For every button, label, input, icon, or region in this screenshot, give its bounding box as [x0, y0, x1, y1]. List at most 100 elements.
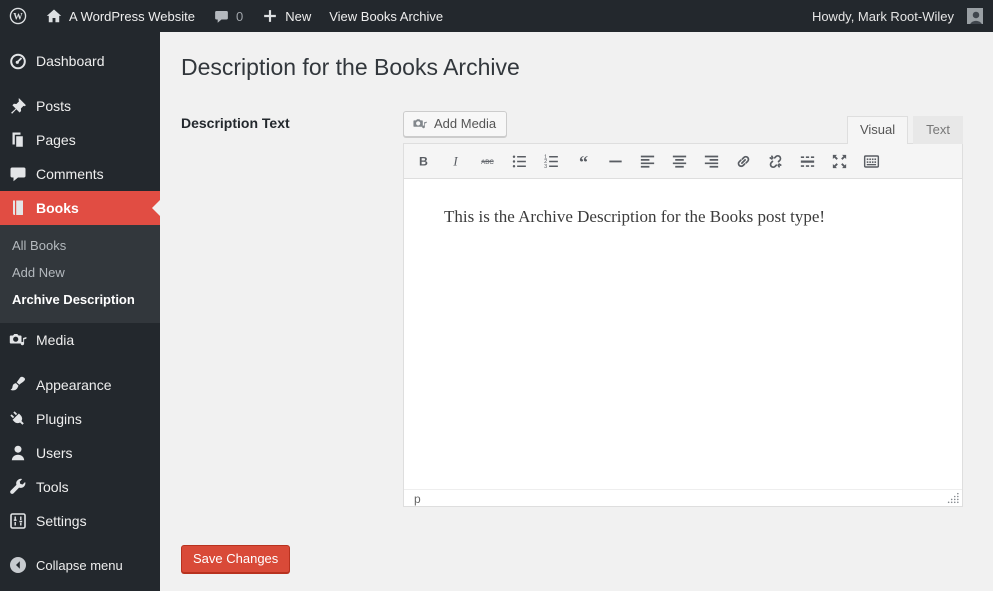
bold-button[interactable]: [410, 149, 436, 173]
media-icon: [412, 116, 428, 132]
bullet-list-button[interactable]: [506, 149, 532, 173]
settings-icon: [8, 511, 28, 531]
sidebar-item-comments[interactable]: Comments: [0, 157, 160, 191]
collapse-menu-label: Collapse menu: [36, 557, 123, 573]
sidebar-item-label: Media: [36, 332, 75, 348]
sidebar-item-label: Comments: [36, 166, 104, 182]
wordpress-admin-screen: A WordPress Website 0 New View Books Arc…: [0, 0, 993, 591]
align-left-icon: [638, 152, 657, 171]
numbered-list-button[interactable]: [538, 149, 564, 173]
element-path: p: [414, 492, 421, 506]
numbered-list-icon: [542, 152, 561, 171]
site-name: A WordPress Website: [69, 8, 195, 24]
wordpress-menu[interactable]: [0, 0, 36, 32]
add-media-label: Add Media: [434, 116, 497, 131]
book-icon: [8, 198, 28, 218]
save-changes-button[interactable]: Save Changes: [181, 545, 291, 573]
my-account-menu[interactable]: Howdy, Mark Root-Wiley: [803, 0, 983, 32]
link-button[interactable]: [730, 149, 756, 173]
submenu-item-add-new[interactable]: Add New: [0, 259, 160, 286]
align-center-icon: [670, 152, 689, 171]
sidebar-item-label: Posts: [36, 98, 72, 114]
italic-icon: [446, 152, 465, 171]
description-form-row: Description Text Add Media Visual Text T…: [181, 109, 983, 507]
page-title: Description for the Books Archive: [181, 54, 520, 80]
align-center-button[interactable]: [666, 149, 692, 173]
bold-icon: [414, 152, 433, 171]
sidebar-item-media[interactable]: Media: [0, 323, 160, 357]
submit-row: Save Changes: [181, 545, 983, 573]
sidebar-item-label: Plugins: [36, 411, 82, 427]
dashboard-icon: [8, 51, 28, 71]
menu-separator: [0, 357, 160, 368]
pages-icon: [8, 130, 28, 150]
editor-toolbar: [404, 144, 962, 179]
comment-bubble-icon: [213, 8, 230, 25]
sidebar-item-appearance[interactable]: Appearance: [0, 368, 160, 402]
sidebar-item-plugins[interactable]: Plugins: [0, 402, 160, 436]
read-more-button[interactable]: [794, 149, 820, 173]
main-content: Description for the Books Archive Descri…: [160, 32, 993, 591]
strikethrough-button[interactable]: [474, 149, 500, 173]
align-right-button[interactable]: [698, 149, 724, 173]
site-name-link[interactable]: A WordPress Website: [36, 0, 204, 32]
admin-sidebar: Dashboard Posts Pages Comments Books All Book…: [0, 32, 160, 591]
sidebar-item-users[interactable]: Users: [0, 436, 160, 470]
tab-text[interactable]: Text: [913, 116, 963, 144]
sidebar-item-pages[interactable]: Pages: [0, 123, 160, 157]
sidebar-item-dashboard[interactable]: Dashboard: [0, 44, 160, 78]
read-more-icon: [798, 152, 817, 171]
blockquote-button[interactable]: [570, 149, 596, 173]
toolbar-toggle-button[interactable]: [858, 149, 884, 173]
submenu-item-all-books[interactable]: All Books: [0, 232, 160, 259]
avatar: [967, 8, 983, 24]
view-books-archive-link[interactable]: View Books Archive: [320, 0, 452, 32]
italic-button[interactable]: [442, 149, 468, 173]
editor-column: Add Media Visual Text This is the Archiv…: [403, 109, 963, 507]
media-icon: [8, 330, 28, 350]
home-icon: [45, 7, 63, 25]
editor-tools: Add Media Visual Text: [403, 109, 963, 144]
toolbar-toggle-icon: [862, 152, 881, 171]
bullet-list-icon: [510, 152, 529, 171]
user-icon: [8, 443, 28, 463]
strikethrough-icon: [478, 152, 497, 171]
horizontal-rule-button[interactable]: [602, 149, 628, 173]
comments-link[interactable]: 0: [204, 0, 252, 32]
new-content-menu[interactable]: New: [252, 0, 320, 32]
tab-visual[interactable]: Visual: [846, 116, 909, 144]
submenu-item-archive-description[interactable]: Archive Description: [0, 286, 160, 313]
books-submenu: All Books Add New Archive Description: [0, 225, 160, 323]
comment-icon: [8, 164, 28, 184]
sidebar-item-label: Users: [36, 445, 73, 461]
sidebar-item-label: Tools: [36, 479, 69, 495]
pushpin-icon: [8, 96, 28, 116]
fullscreen-icon: [830, 152, 849, 171]
sidebar-item-settings[interactable]: Settings: [0, 504, 160, 538]
visual-editor: This is the Archive Description for the …: [403, 143, 963, 507]
sidebar-item-label: Settings: [36, 513, 87, 529]
collapse-icon: [8, 555, 28, 575]
sidebar-item-posts[interactable]: Posts: [0, 89, 160, 123]
wrench-icon: [8, 477, 28, 497]
brush-icon: [8, 375, 28, 395]
menu-separator: [0, 78, 160, 89]
editor-paragraph: This is the Archive Description for the …: [444, 207, 826, 226]
link-icon: [734, 152, 753, 171]
unlink-button[interactable]: [762, 149, 788, 173]
editor-content-area[interactable]: This is the Archive Description for the …: [404, 179, 962, 489]
collapse-menu-button[interactable]: Collapse menu: [0, 548, 160, 582]
add-media-button[interactable]: Add Media: [403, 111, 508, 137]
sidebar-item-books[interactable]: Books: [0, 191, 160, 225]
new-label: New: [285, 8, 312, 24]
admin-bar-left: A WordPress Website 0 New View Books Arc…: [0, 0, 452, 32]
align-left-button[interactable]: [634, 149, 660, 173]
sidebar-item-tools[interactable]: Tools: [0, 470, 160, 504]
view-books-archive-label: View Books Archive: [329, 8, 444, 24]
fullscreen-button[interactable]: [826, 149, 852, 173]
admin-bar-right: Howdy, Mark Root-Wiley: [803, 0, 993, 32]
sidebar-item-label: Dashboard: [36, 53, 105, 69]
resize-handle[interactable]: [946, 491, 960, 505]
editor-statusbar: p: [404, 489, 962, 506]
sidebar-item-label: Appearance: [36, 377, 112, 393]
